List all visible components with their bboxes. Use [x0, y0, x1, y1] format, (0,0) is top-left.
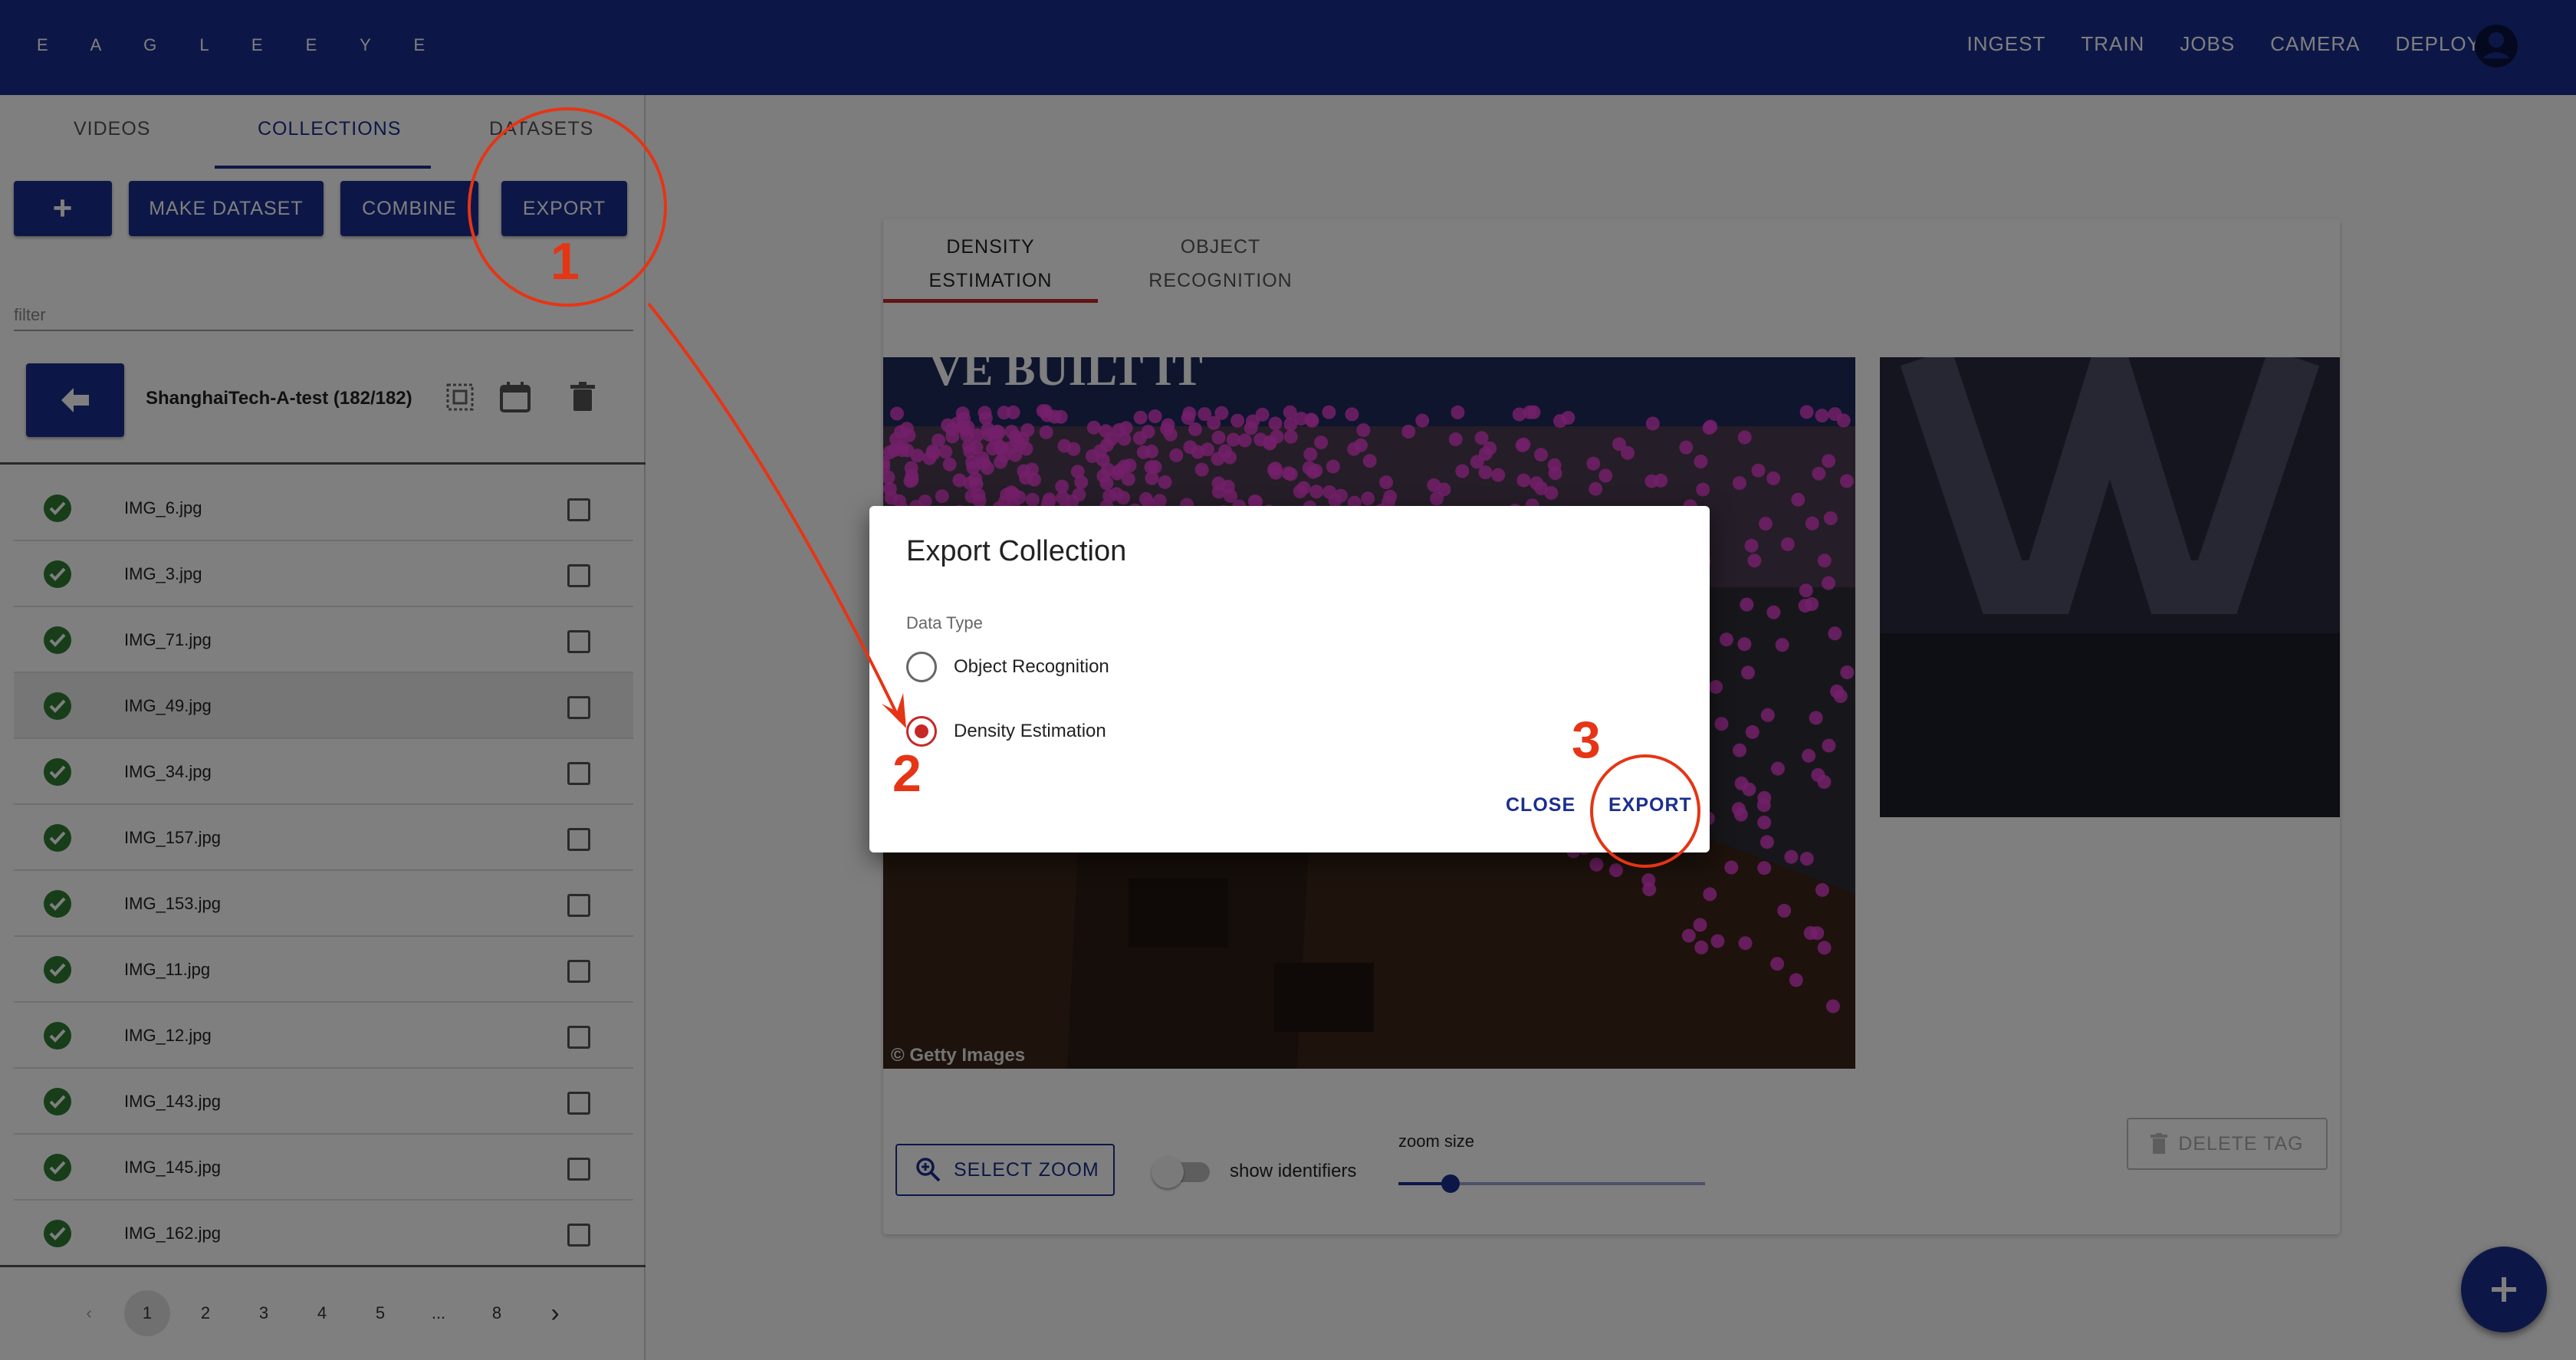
- radio-density-estimation[interactable]: [906, 716, 937, 747]
- radio-label-object-recognition[interactable]: Object Recognition: [954, 656, 1109, 678]
- export-collection-dialog: Export Collection Data Type Object Recog…: [869, 506, 1710, 852]
- close-button[interactable]: CLOSE: [1506, 794, 1576, 816]
- radio-object-recognition[interactable]: [906, 652, 937, 682]
- radio-label-density-estimation[interactable]: Density Estimation: [954, 721, 1106, 742]
- step-3-label: 3: [1572, 711, 1601, 769]
- step-1-label: 1: [550, 232, 580, 291]
- step-2-label: 2: [892, 744, 922, 803]
- data-type-label: Data Type: [906, 613, 983, 632]
- dialog-title: Export Collection: [906, 535, 1127, 567]
- dialog-export-button[interactable]: EXPORT: [1608, 794, 1692, 816]
